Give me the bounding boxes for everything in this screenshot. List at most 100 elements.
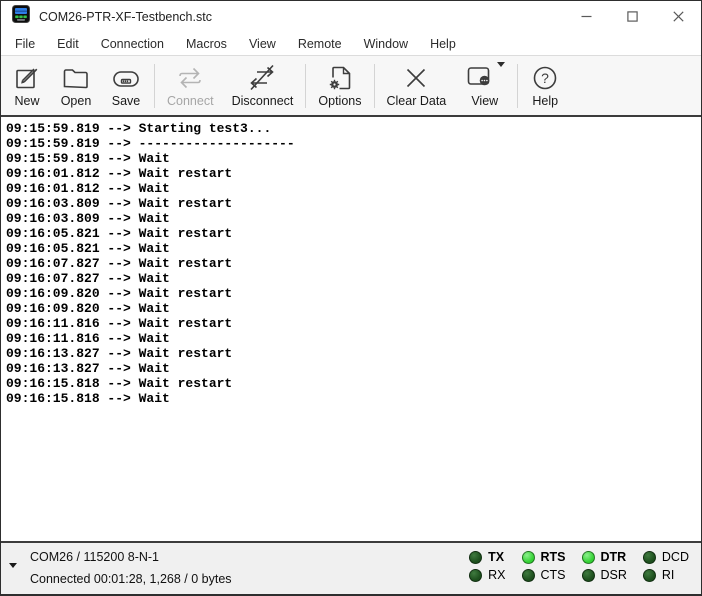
view-dropdown-caret-icon[interactable] — [497, 62, 505, 67]
menu-item-macros[interactable]: Macros — [175, 34, 238, 54]
menu-item-window[interactable]: Window — [353, 34, 419, 54]
options-button[interactable]: Options — [309, 59, 370, 113]
log-line: 09:16:05.821 --> Wait restart — [6, 226, 699, 241]
toolbar-separator — [374, 64, 375, 108]
clear-data-x-icon — [401, 63, 431, 93]
disconnect-label: Disconnect — [232, 94, 294, 108]
log-line: 09:15:59.819 --> Starting test3... — [6, 121, 699, 136]
menu-item-remote[interactable]: Remote — [287, 34, 353, 54]
log-line: 09:16:01.812 --> Wait restart — [6, 166, 699, 181]
disconnect-button[interactable]: Disconnect — [223, 59, 303, 113]
log-line: 09:15:59.819 --> Wait — [6, 151, 699, 166]
menu-item-help[interactable]: Help — [419, 34, 467, 54]
led-dsr-icon — [582, 569, 595, 582]
led-label: DTR — [601, 550, 627, 564]
log-area[interactable]: 09:15:59.819 --> Starting test3...09:15:… — [1, 117, 701, 541]
app-icon — [12, 5, 30, 28]
log-line: 09:16:15.818 --> Wait restart — [6, 376, 699, 391]
indicator-ri: RI — [643, 568, 689, 582]
clear-data-button[interactable]: Clear Data — [378, 59, 456, 113]
window-title: COM26-PTR-XF-Testbench.stc — [39, 10, 212, 24]
close-button[interactable] — [655, 1, 701, 32]
new-label: New — [14, 94, 39, 108]
options-label: Options — [318, 94, 361, 108]
toolbar: New Open Save — [1, 55, 701, 117]
view-window-icon — [464, 60, 494, 93]
menu-item-connection[interactable]: Connection — [90, 34, 175, 54]
connect-icon — [174, 63, 206, 93]
led-ri-icon — [643, 569, 656, 582]
log-line: 09:16:03.809 --> Wait restart — [6, 196, 699, 211]
clear-data-label: Clear Data — [387, 94, 447, 108]
options-gear-document-icon — [325, 63, 355, 93]
log-line: 09:16:11.816 --> Wait — [6, 331, 699, 346]
log-line: 09:16:03.809 --> Wait — [6, 211, 699, 226]
maximize-button[interactable] — [609, 1, 655, 32]
minimize-button[interactable] — [563, 1, 609, 32]
log-line: 09:16:13.827 --> Wait restart — [6, 346, 699, 361]
status-bar: COM26 / 115200 8-N-1 Connected 00:01:28,… — [1, 541, 701, 594]
toolbar-separator — [517, 64, 518, 108]
log-line: 09:16:13.827 --> Wait — [6, 361, 699, 376]
indicator-rts: RTS — [522, 550, 566, 564]
log-line: 09:16:05.821 --> Wait — [6, 241, 699, 256]
disconnect-icon — [245, 63, 279, 93]
led-dcd-icon — [643, 551, 656, 564]
led-label: RI — [662, 568, 675, 582]
save-button[interactable]: Save — [101, 59, 151, 113]
led-label: TX — [488, 550, 504, 564]
app-window: COM26-PTR-XF-Testbench.stc FileEditConne… — [0, 0, 702, 596]
save-label: Save — [112, 94, 141, 108]
caption-buttons — [563, 1, 701, 32]
view-button[interactable]: View — [455, 59, 514, 113]
open-folder-icon — [60, 63, 92, 93]
indicator-rx: RX — [469, 568, 505, 582]
status-indicators: TX RTS DTR DCD RX CTS DSR RI — [469, 543, 689, 582]
view-label: View — [471, 94, 498, 108]
title-bar: COM26-PTR-XF-Testbench.stc — [1, 1, 701, 32]
indicator-dtr: DTR — [582, 550, 627, 564]
led-label: CTS — [541, 568, 566, 582]
help-question-icon: ? — [530, 63, 560, 93]
led-label: DSR — [601, 568, 627, 582]
led-cts-icon — [522, 569, 535, 582]
open-button[interactable]: Open — [51, 59, 101, 113]
connect-label: Connect — [167, 94, 214, 108]
indicator-dcd: DCD — [643, 550, 689, 564]
led-rx-icon — [469, 569, 482, 582]
log-line: 09:16:09.820 --> Wait restart — [6, 286, 699, 301]
log-line: 09:16:15.818 --> Wait — [6, 391, 699, 406]
toolbar-separator — [305, 64, 306, 108]
indicator-cts: CTS — [522, 568, 566, 582]
open-label: Open — [61, 94, 92, 108]
led-dtr-icon — [582, 551, 595, 564]
led-label: RTS — [541, 550, 566, 564]
toolbar-separator — [154, 64, 155, 108]
status-dropdown-caret-icon[interactable] — [9, 563, 17, 568]
new-icon — [12, 63, 42, 93]
log-line: 09:16:01.812 --> Wait — [6, 181, 699, 196]
help-label: Help — [532, 94, 558, 108]
session-stats: Connected 00:01:28, 1,268 / 0 bytes — [30, 568, 232, 590]
indicator-tx: TX — [469, 550, 505, 564]
indicator-dsr: DSR — [582, 568, 627, 582]
menu-bar: FileEditConnectionMacrosViewRemoteWindow… — [1, 32, 701, 55]
log-line: 09:16:09.820 --> Wait — [6, 301, 699, 316]
led-tx-icon — [469, 551, 482, 564]
menu-item-file[interactable]: File — [4, 34, 46, 54]
new-button[interactable]: New — [3, 59, 51, 113]
log-line: 09:16:07.827 --> Wait — [6, 271, 699, 286]
log-line: 09:16:07.827 --> Wait restart — [6, 256, 699, 271]
menu-item-edit[interactable]: Edit — [46, 34, 90, 54]
status-texts: COM26 / 115200 8-N-1 Connected 00:01:28,… — [30, 543, 232, 590]
help-button[interactable]: ? Help — [521, 59, 569, 113]
svg-text:?: ? — [541, 70, 549, 86]
log-line: 09:15:59.819 --> -------------------- — [6, 136, 699, 151]
menu-item-view[interactable]: View — [238, 34, 287, 54]
led-label: RX — [488, 568, 505, 582]
connection-settings: COM26 / 115200 8-N-1 — [30, 546, 232, 568]
led-rts-icon — [522, 551, 535, 564]
save-drive-icon — [110, 63, 142, 93]
led-label: DCD — [662, 550, 689, 564]
log-line: 09:16:11.816 --> Wait restart — [6, 316, 699, 331]
